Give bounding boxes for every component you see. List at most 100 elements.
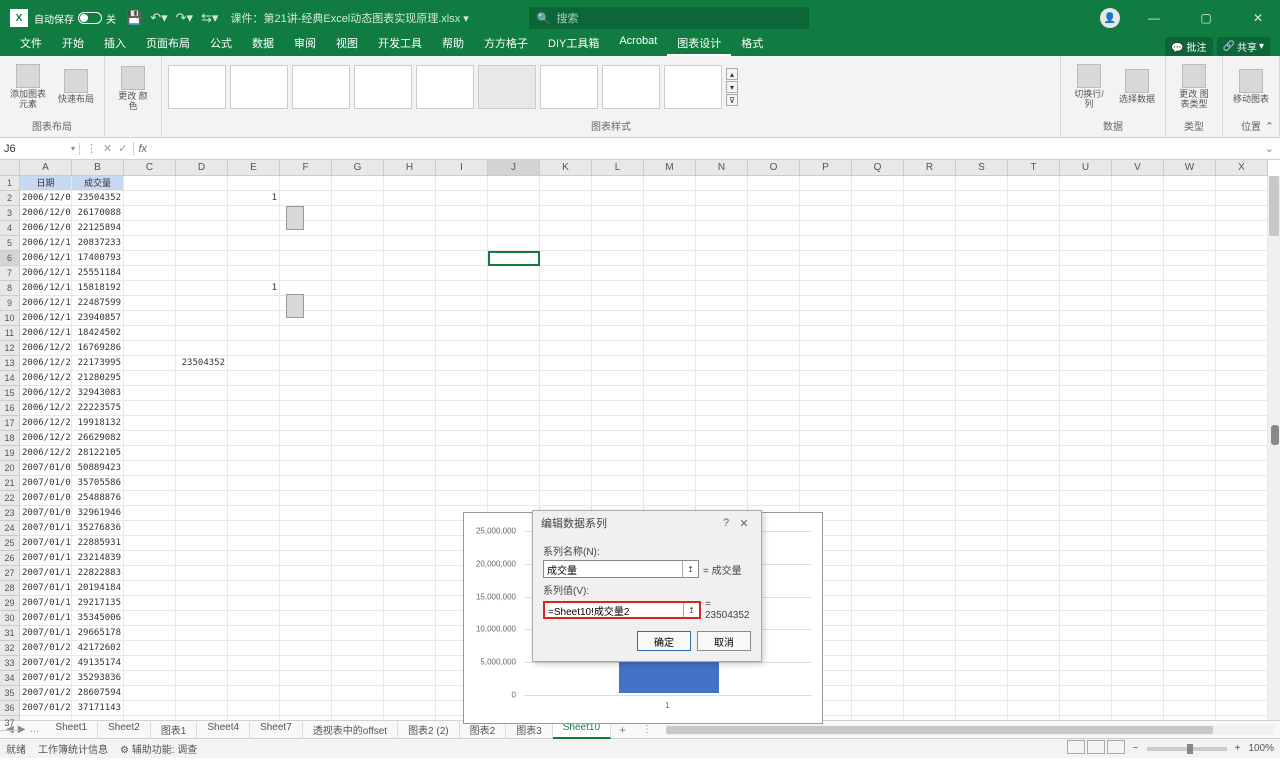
cell[interactable]: 22223575: [72, 401, 124, 416]
dialog-close-button[interactable]: ✕: [735, 517, 753, 530]
cell[interactable]: [280, 581, 332, 596]
cell[interactable]: [644, 446, 696, 461]
cell[interactable]: [228, 296, 280, 311]
cell[interactable]: [1216, 686, 1268, 701]
cell[interactable]: [748, 206, 800, 221]
row-header[interactable]: 31: [0, 626, 19, 641]
cell[interactable]: [436, 491, 488, 506]
cell[interactable]: [488, 431, 540, 446]
cell[interactable]: [228, 491, 280, 506]
col-header[interactable]: K: [540, 160, 592, 175]
cell[interactable]: [384, 236, 436, 251]
col-header[interactable]: V: [1112, 160, 1164, 175]
cell[interactable]: [280, 401, 332, 416]
cell[interactable]: [1112, 581, 1164, 596]
cell[interactable]: [1164, 281, 1216, 296]
cell[interactable]: [228, 521, 280, 536]
cell[interactable]: [1008, 416, 1060, 431]
cell[interactable]: [904, 236, 956, 251]
cell[interactable]: [124, 641, 176, 656]
cell[interactable]: [1008, 371, 1060, 386]
cell[interactable]: [332, 371, 384, 386]
scroll-knob[interactable]: [1271, 425, 1279, 445]
cell[interactable]: [852, 431, 904, 446]
cell[interactable]: [956, 506, 1008, 521]
cell[interactable]: [124, 671, 176, 686]
series-name-input[interactable]: [544, 561, 682, 577]
menu-tab-Acrobat[interactable]: Acrobat: [609, 32, 667, 56]
cell[interactable]: [904, 341, 956, 356]
cell[interactable]: [228, 461, 280, 476]
cell[interactable]: [956, 701, 1008, 716]
cell[interactable]: [1008, 596, 1060, 611]
cell[interactable]: [904, 611, 956, 626]
cell[interactable]: [332, 356, 384, 371]
cell[interactable]: [852, 671, 904, 686]
cell[interactable]: [592, 326, 644, 341]
dialog-help-button[interactable]: ?: [717, 517, 735, 529]
cell[interactable]: [384, 551, 436, 566]
cell[interactable]: [592, 266, 644, 281]
cell[interactable]: [384, 371, 436, 386]
cell[interactable]: [904, 176, 956, 191]
cell[interactable]: [124, 476, 176, 491]
select-all-corner[interactable]: [0, 160, 20, 176]
cell[interactable]: [1060, 641, 1112, 656]
cell[interactable]: [748, 446, 800, 461]
cell[interactable]: [644, 431, 696, 446]
cell[interactable]: [1112, 671, 1164, 686]
cell[interactable]: [124, 386, 176, 401]
zoom-in-button[interactable]: +: [1235, 743, 1241, 754]
cell[interactable]: [956, 716, 1008, 720]
cell[interactable]: [1008, 701, 1060, 716]
cell[interactable]: [696, 206, 748, 221]
row-header[interactable]: 29: [0, 596, 19, 611]
cell[interactable]: [852, 551, 904, 566]
cell[interactable]: [280, 356, 332, 371]
row-header[interactable]: 30: [0, 611, 19, 626]
cell[interactable]: [1060, 416, 1112, 431]
row-header[interactable]: 21: [0, 476, 19, 491]
cell[interactable]: [1164, 551, 1216, 566]
zoom-slider[interactable]: [1147, 747, 1227, 751]
change-color-button[interactable]: 更改 颜色: [111, 64, 155, 114]
cell[interactable]: [280, 476, 332, 491]
cell[interactable]: [384, 596, 436, 611]
cell[interactable]: [1164, 446, 1216, 461]
cell[interactable]: [800, 221, 852, 236]
cell[interactable]: [1164, 296, 1216, 311]
cell[interactable]: [696, 356, 748, 371]
col-header[interactable]: Q: [852, 160, 904, 175]
touch-icon[interactable]: ⇆▾: [201, 10, 218, 26]
cell[interactable]: [956, 386, 1008, 401]
cell[interactable]: [1112, 641, 1164, 656]
cell[interactable]: [1164, 251, 1216, 266]
cell[interactable]: [176, 341, 228, 356]
menu-tab-视图[interactable]: 视图: [326, 32, 368, 56]
cell[interactable]: [540, 386, 592, 401]
cell[interactable]: [1216, 221, 1268, 236]
status-wb-stats[interactable]: 工作簿统计信息: [38, 741, 108, 756]
cell[interactable]: 2006/12/13: [20, 266, 72, 281]
cell[interactable]: [384, 221, 436, 236]
cell[interactable]: 2007/01/25: [20, 686, 72, 701]
cell[interactable]: [800, 191, 852, 206]
cell[interactable]: [592, 251, 644, 266]
cell[interactable]: [800, 176, 852, 191]
cell[interactable]: [176, 446, 228, 461]
cell[interactable]: [1112, 191, 1164, 206]
cell[interactable]: 1: [228, 281, 280, 296]
cell[interactable]: [488, 236, 540, 251]
cell[interactable]: [1164, 386, 1216, 401]
row-header[interactable]: 35: [0, 686, 19, 701]
cell[interactable]: [748, 371, 800, 386]
cell[interactable]: [228, 236, 280, 251]
cell[interactable]: [644, 311, 696, 326]
row-header[interactable]: 19: [0, 446, 19, 461]
cell[interactable]: [384, 656, 436, 671]
cell[interactable]: [540, 266, 592, 281]
row-header[interactable]: 16: [0, 401, 19, 416]
cell[interactable]: [436, 446, 488, 461]
cell[interactable]: [1008, 311, 1060, 326]
cell[interactable]: [228, 551, 280, 566]
